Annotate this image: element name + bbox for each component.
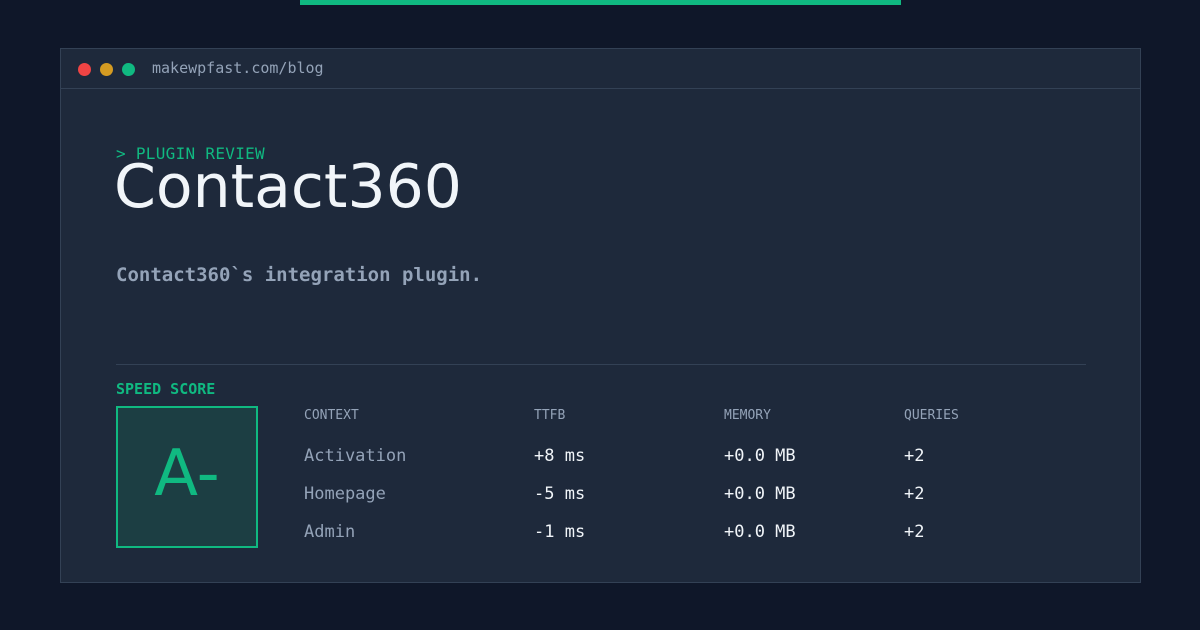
row-homepage-context: Homepage [304, 484, 386, 504]
metrics-table: CONTEXT TTFB MEMORY QUERIES Activation +… [304, 406, 1104, 556]
row-activation-queries: +2 [904, 446, 925, 466]
column-header-context: CONTEXT [304, 408, 359, 423]
page-subtitle: Contact360`s integration plugin. [116, 264, 483, 286]
column-header-memory: MEMORY [724, 408, 771, 423]
minimize-window-dot[interactable] [100, 63, 113, 76]
row-homepage-memory: +0.0 MB [724, 484, 796, 504]
browser-window: makewpfast.com/blog > PLUGIN REVIEW Cont… [60, 48, 1141, 583]
row-homepage-queries: +2 [904, 484, 925, 504]
maximize-window-dot[interactable] [122, 63, 135, 76]
row-homepage-ttfb: -5 ms [534, 484, 586, 504]
row-admin-context: Admin [304, 522, 356, 542]
speed-score-badge: A- [116, 406, 258, 548]
window-titlebar: makewpfast.com/blog [61, 49, 1140, 89]
url-text: makewpfast.com/blog [152, 59, 324, 77]
page-title: Contact360 [114, 152, 462, 222]
top-accent-bar [300, 0, 901, 5]
column-header-ttfb: TTFB [534, 408, 566, 423]
section-divider [116, 364, 1086, 365]
row-admin-memory: +0.0 MB [724, 522, 796, 542]
speed-score-label: SPEED SCORE [116, 380, 216, 398]
close-window-dot[interactable] [78, 63, 91, 76]
column-header-queries: QUERIES [904, 408, 959, 423]
row-activation-memory: +0.0 MB [724, 446, 796, 466]
row-activation-ttfb: +8 ms [534, 446, 586, 466]
row-activation-context: Activation [304, 446, 407, 466]
speed-score-grade: A- [154, 437, 220, 511]
row-admin-ttfb: -1 ms [534, 522, 586, 542]
row-admin-queries: +2 [904, 522, 925, 542]
